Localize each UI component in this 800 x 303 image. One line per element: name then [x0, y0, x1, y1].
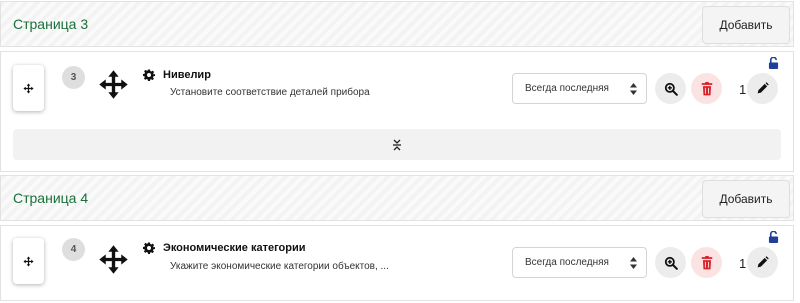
delete-button[interactable] [691, 247, 722, 278]
order-select-value: Всегда последняя [525, 257, 609, 268]
move-icon [23, 82, 34, 94]
edit-button[interactable] [747, 73, 778, 104]
add-button[interactable]: Добавить [702, 180, 790, 218]
delete-button[interactable] [691, 73, 722, 104]
trash-icon [701, 81, 712, 95]
move-icon[interactable] [98, 69, 129, 100]
select-arrows-icon [630, 83, 637, 95]
zoom-in-icon [664, 82, 678, 96]
question-title: Нивелир [163, 69, 211, 81]
move-icon[interactable] [98, 244, 129, 275]
question-card-3: 3 Нивелир Установите соответствие детале… [0, 51, 794, 172]
pencil-icon [757, 256, 769, 268]
page-header-3: Страница 3 Добавить [0, 1, 794, 47]
edit-button[interactable] [747, 247, 778, 278]
page-title: Страница 4 [13, 190, 89, 206]
add-button[interactable]: Добавить [702, 6, 790, 44]
question-number-badge: 4 [62, 238, 85, 261]
drag-handle[interactable] [13, 65, 44, 111]
select-arrows-icon [630, 257, 637, 269]
question-title: Экономические категории [163, 242, 306, 254]
drag-handle[interactable] [13, 238, 44, 284]
question-number-badge: 3 [62, 66, 85, 89]
zoom-in-icon [664, 256, 678, 270]
gear-icon[interactable] [143, 242, 155, 254]
preview-button[interactable] [655, 73, 686, 104]
collapse-icon [393, 139, 401, 150]
page-title: Страница 3 [13, 16, 89, 32]
question-card-4: 4 Экономические категории Укажите эконом… [0, 225, 794, 301]
answer-count: 1 [739, 82, 747, 97]
answer-count: 1 [739, 256, 747, 271]
move-icon [23, 255, 34, 267]
collapse-toggle[interactable] [13, 129, 781, 160]
unlock-icon[interactable] [768, 231, 779, 243]
pencil-icon [757, 82, 769, 94]
question-description: Укажите экономические категории объектов… [170, 261, 389, 272]
question-description: Установите соответствие деталей прибора [170, 87, 370, 98]
order-select-value: Всегда последняя [525, 83, 609, 94]
order-select[interactable]: Всегда последняя [512, 73, 647, 104]
gear-icon[interactable] [143, 69, 155, 81]
page-header-4: Страница 4 Добавить [0, 175, 794, 221]
order-select[interactable]: Всегда последняя [512, 247, 647, 278]
unlock-icon[interactable] [768, 57, 779, 69]
preview-button[interactable] [655, 247, 686, 278]
trash-icon [701, 255, 712, 269]
